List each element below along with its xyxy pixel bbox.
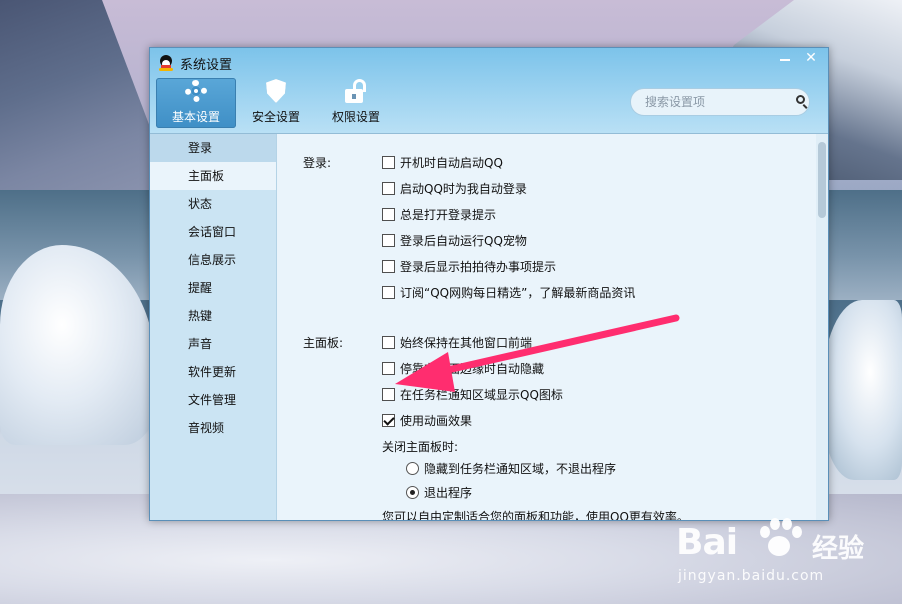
minimize-icon bbox=[780, 59, 790, 61]
option-login-prompt[interactable]: 总是打开登录提示 bbox=[382, 206, 496, 222]
sidebar-item-reminders[interactable]: 提醒 bbox=[150, 274, 276, 302]
settings-window: 系统设置 ✕ 基本设置 安全设置 权限设置 搜索设置项 登录 主面板 状态 会话… bbox=[149, 47, 829, 521]
search-box[interactable] bbox=[630, 88, 810, 116]
tab-label: 安全设置 bbox=[251, 110, 300, 124]
checkbox[interactable] bbox=[382, 285, 395, 299]
option-subscribe-deals[interactable]: 订阅“QQ网购每日精选”，了解最新商品资讯 bbox=[382, 284, 635, 300]
radio-button[interactable] bbox=[406, 461, 419, 475]
sidebar-item-audio-video[interactable]: 音视频 bbox=[150, 414, 276, 442]
checkbox[interactable] bbox=[382, 361, 395, 375]
radio-button-selected[interactable] bbox=[406, 485, 419, 499]
option-always-on-top[interactable]: 始终保持在其他窗口前端 bbox=[382, 334, 532, 350]
sidebar-item-hotkeys[interactable]: 热键 bbox=[150, 302, 276, 330]
tab-basic-settings[interactable]: 基本设置 bbox=[156, 78, 236, 128]
close-icon: ✕ bbox=[805, 50, 817, 66]
radio-hide-to-tray[interactable]: 隐藏到任务栏通知区域，不退出程序 bbox=[406, 460, 616, 476]
option-qq-pet[interactable]: 登录后自动运行QQ宠物 bbox=[382, 232, 527, 248]
checkbox[interactable] bbox=[382, 259, 395, 273]
checkbox[interactable] bbox=[382, 387, 395, 401]
option-tray-icon[interactable]: 在任务栏通知区域显示QQ图标 bbox=[382, 386, 563, 402]
qq-penguin-icon bbox=[158, 55, 174, 71]
watermark-url: jingyan.baidu.com bbox=[678, 568, 825, 584]
panel-hint-text: 您可以自由定制适合您的面板和功能，使用QQ更有效率。 bbox=[382, 510, 689, 520]
minimize-button[interactable] bbox=[772, 48, 798, 68]
radio-exit-program[interactable]: 退出程序 bbox=[406, 484, 472, 500]
tab-label: 基本设置 bbox=[171, 110, 220, 124]
checkbox[interactable] bbox=[382, 207, 395, 221]
option-animation[interactable]: 使用动画效果 bbox=[382, 412, 472, 428]
window-title-text: 系统设置 bbox=[180, 57, 233, 73]
vertical-scrollbar[interactable] bbox=[816, 134, 828, 520]
sidebar-item-main-panel[interactable]: 主面板 bbox=[150, 162, 276, 190]
checkbox[interactable] bbox=[382, 155, 395, 169]
panel-section-label: 主面板: bbox=[303, 336, 344, 350]
sidebar-item-chat-window[interactable]: 会话窗口 bbox=[150, 218, 276, 246]
shield-icon bbox=[263, 78, 289, 104]
sidebar-item-login[interactable]: 登录 bbox=[150, 134, 276, 162]
option-auto-hide-edge[interactable]: 停靠在桌面边缘时自动隐藏 bbox=[382, 360, 544, 376]
scrollbar-thumb[interactable] bbox=[818, 142, 826, 218]
settings-content: 登录: 开机时自动启动QQ 启动QQ时为我自动登录 总是打开登录提示 登录后自动… bbox=[278, 134, 816, 520]
window-title: 系统设置 bbox=[158, 54, 233, 73]
sidebar-item-software-update[interactable]: 软件更新 bbox=[150, 358, 276, 386]
settings-sidebar: 登录 主面板 状态 会话窗口 信息展示 提醒 热键 声音 软件更新 文件管理 音… bbox=[150, 134, 277, 520]
tab-security-settings[interactable]: 安全设置 bbox=[236, 78, 316, 128]
tab-permission-settings[interactable]: 权限设置 bbox=[316, 78, 396, 128]
sidebar-item-status[interactable]: 状态 bbox=[150, 190, 276, 218]
login-section-label: 登录: bbox=[303, 156, 332, 170]
background-iceberg-right bbox=[822, 300, 902, 480]
paw-icon bbox=[756, 518, 802, 564]
watermark-jingyan: 经验 bbox=[812, 534, 865, 564]
option-auto-login[interactable]: 启动QQ时为我自动登录 bbox=[382, 180, 527, 196]
search-icon[interactable] bbox=[795, 95, 808, 109]
close-button[interactable]: ✕ bbox=[798, 48, 824, 68]
watermark-brand: Bai bbox=[676, 522, 738, 563]
tab-label: 权限设置 bbox=[331, 110, 380, 124]
gear-icon bbox=[183, 78, 209, 104]
checkbox[interactable] bbox=[382, 335, 395, 349]
checkbox[interactable] bbox=[382, 181, 395, 195]
checkbox[interactable] bbox=[382, 233, 395, 247]
settings-toolbar: 基本设置 安全设置 权限设置 bbox=[156, 78, 396, 128]
option-auto-start[interactable]: 开机时自动启动QQ bbox=[382, 154, 503, 170]
window-controls: ✕ bbox=[772, 48, 824, 68]
search-input[interactable] bbox=[645, 95, 795, 109]
background-mountain-left bbox=[0, 0, 170, 200]
sidebar-item-file-management[interactable]: 文件管理 bbox=[150, 386, 276, 414]
option-paipai-todo[interactable]: 登录后显示拍拍待办事项提示 bbox=[382, 258, 556, 274]
close-panel-label: 关闭主面板时: bbox=[382, 440, 459, 454]
baidu-jingyan-watermark: Bai 经验 jingyan.baidu.com bbox=[668, 512, 888, 592]
unlock-icon bbox=[343, 78, 369, 104]
checkbox-checked[interactable] bbox=[382, 413, 395, 427]
title-bar[interactable]: 系统设置 ✕ 基本设置 安全设置 权限设置 搜索设置项 bbox=[150, 48, 828, 134]
sidebar-item-sound[interactable]: 声音 bbox=[150, 330, 276, 358]
sidebar-item-info-display[interactable]: 信息展示 bbox=[150, 246, 276, 274]
